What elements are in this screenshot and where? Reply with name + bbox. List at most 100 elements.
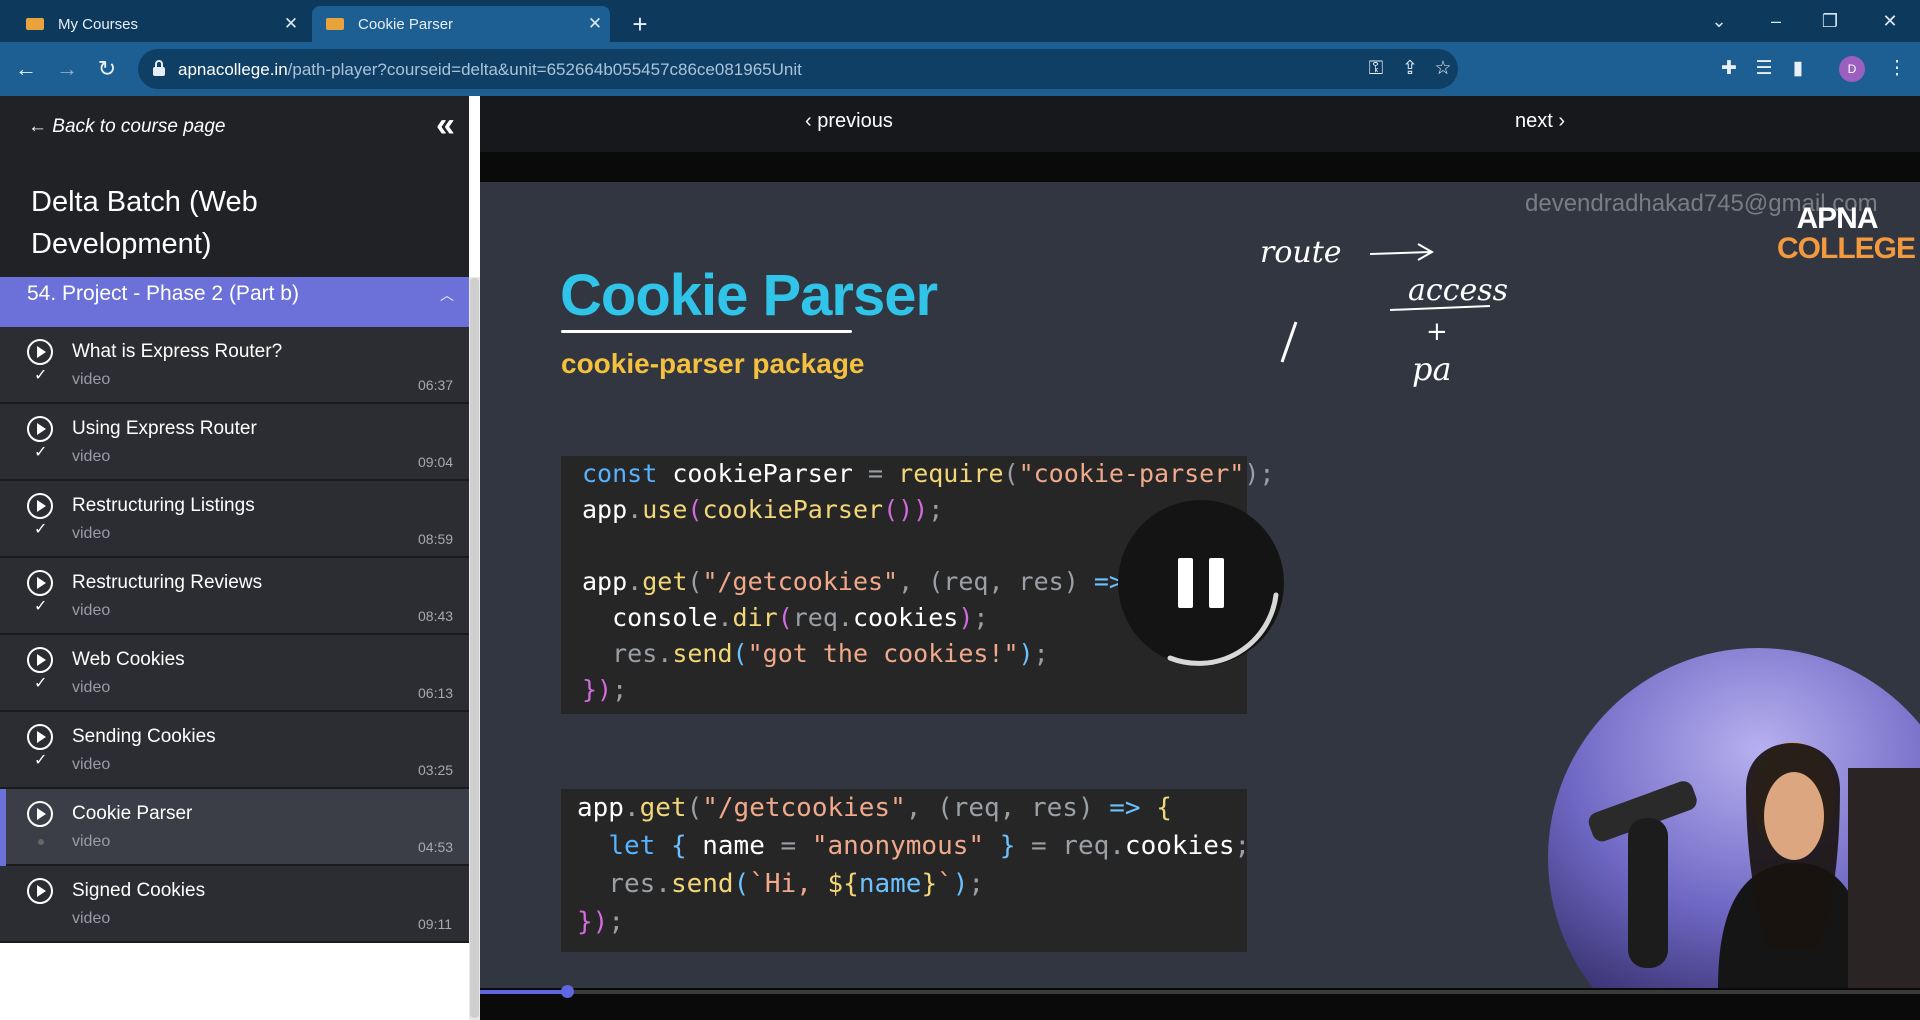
- play-circle-icon: [27, 647, 53, 673]
- lesson-type: video: [72, 602, 111, 619]
- code-line: const cookieParser = require("cookie-par…: [582, 459, 1275, 488]
- back-arrow-icon[interactable]: ←: [7, 50, 45, 88]
- lesson-title: Using Express Router: [72, 418, 257, 439]
- lesson-duration: 06:37: [418, 377, 454, 393]
- play-circle-icon: [27, 416, 53, 442]
- course-title: Delta Batch (Web Development): [31, 186, 258, 260]
- handwritten-annotations: route access + pa: [1260, 235, 1508, 388]
- reload-icon[interactable]: ↻: [88, 50, 126, 88]
- lock-icon[interactable]: [152, 59, 166, 77]
- play-circle-icon: [27, 493, 53, 519]
- code-line: let { name = "anonymous" } = req.cookies…: [608, 831, 1251, 861]
- pause-button[interactable]: [1118, 500, 1284, 666]
- handwritten-pa: pa: [1412, 350, 1452, 388]
- lesson-item[interactable]: ✓ Web Cookies video 06:13: [0, 635, 469, 712]
- scrollbar-thumb[interactable]: [470, 278, 479, 1018]
- address-bar[interactable]: apnacollege.in/path-player?courseid=delt…: [138, 49, 1458, 89]
- play-circle-icon: [27, 339, 53, 365]
- lesson-duration: 04:53: [418, 839, 454, 855]
- logo-line-1: APNA: [1796, 202, 1878, 235]
- lesson-item[interactable]: ✓ Restructuring Reviews video 08:43: [0, 558, 469, 635]
- lesson-type: video: [72, 910, 111, 927]
- lesson-item[interactable]: ✓ Restructuring Listings video 08:59: [0, 481, 469, 558]
- site-favicon-icon: [26, 18, 44, 30]
- lesson-item-active[interactable]: Cookie Parser video 04:53: [0, 789, 469, 866]
- video-frame[interactable]: Cookie Parser cookie-parser package cons…: [480, 182, 1920, 988]
- browser-toolbar: ← → ↻ apnacollege.in/path-player?coursei…: [0, 42, 1920, 96]
- logo-line-2: COLLEGE: [1777, 232, 1916, 265]
- next-button[interactable]: next ›: [1515, 110, 1565, 133]
- lesson-type: video: [72, 833, 111, 850]
- browser-menu-icon[interactable]: ⋮: [1878, 50, 1916, 88]
- lesson-item[interactable]: ✓ What is Express Router? video 06:37: [0, 327, 469, 404]
- handwritten-access: access: [1408, 273, 1508, 308]
- checkmark-icon: ✓: [34, 444, 48, 461]
- handwritten-slash: [1280, 321, 1298, 363]
- code-block-2: app.get("/getcookies", (req, res) => { l…: [561, 789, 1251, 952]
- sidebar-header: ← Back to course page « Delta Batch (Web…: [0, 96, 469, 277]
- handwritten-route: route: [1260, 235, 1342, 270]
- close-tab-icon[interactable]: ✕: [276, 14, 306, 34]
- lesson-type: video: [72, 756, 111, 773]
- extensions-puzzle-icon[interactable]: ✚: [1710, 50, 1748, 88]
- lesson-title: Signed Cookies: [72, 880, 206, 901]
- section-header[interactable]: 54. Project - Phase 2 (Part b) ︿: [0, 277, 469, 327]
- tab-search-chevron-icon[interactable]: ⌄: [1695, 4, 1743, 38]
- handwritten-plus: +: [1426, 317, 1448, 347]
- checkmark-icon: ✓: [34, 367, 48, 384]
- url-text[interactable]: apnacollege.in/path-player?courseid=delt…: [178, 60, 802, 80]
- previous-button[interactable]: ‹ previous: [805, 110, 893, 133]
- lesson-item[interactable]: Signed Cookies video 09:11: [0, 866, 469, 943]
- tab-title: My Courses: [58, 15, 139, 33]
- lesson-type: video: [72, 525, 111, 542]
- key-icon[interactable]: ⚿: [1357, 50, 1395, 88]
- lesson-duration: 08:43: [418, 608, 454, 624]
- minimize-window-icon[interactable]: –: [1752, 4, 1800, 38]
- tab-my-courses[interactable]: My Courses ✕: [12, 6, 306, 42]
- media-queue-icon[interactable]: ☰: [1745, 50, 1783, 88]
- code-line: });: [582, 675, 628, 704]
- restore-window-icon[interactable]: ❐: [1806, 4, 1854, 38]
- loading-ring-icon: [1167, 592, 1279, 666]
- slide-title: Cookie Parser: [560, 263, 938, 328]
- video-player-area: ‹ previous next › Cookie Parser cookie-p…: [480, 96, 1920, 1020]
- new-tab-plus-icon[interactable]: +: [624, 8, 656, 40]
- url-path: /path-player?courseid=delta&unit=652664b…: [287, 60, 802, 79]
- bookmark-star-icon[interactable]: ☆: [1424, 50, 1462, 88]
- close-tab-icon[interactable]: ✕: [580, 14, 610, 34]
- lesson-duration: 09:11: [418, 916, 452, 932]
- forward-arrow-icon[interactable]: →: [48, 50, 86, 88]
- lesson-title: Sending Cookies: [72, 726, 216, 747]
- section-title: 54. Project - Phase 2 (Part b): [27, 282, 299, 305]
- lesson-duration: 09:04: [418, 454, 454, 470]
- lesson-title: Cookie Parser: [72, 803, 193, 824]
- lesson-type: video: [72, 371, 111, 388]
- video-progress-fill: [480, 990, 567, 994]
- lesson-duration: 06:13: [418, 685, 454, 701]
- apna-college-logo: APNA COLLEGE: [1777, 202, 1916, 265]
- tab-title: Cookie Parser: [358, 15, 454, 33]
- lesson-type: video: [72, 448, 111, 465]
- lesson-type: video: [72, 679, 111, 696]
- profile-avatar[interactable]: D: [1839, 56, 1865, 82]
- play-circle-icon: [27, 878, 53, 904]
- video-progress-track[interactable]: [480, 990, 1920, 994]
- back-to-course-link[interactable]: ← Back to course page: [28, 116, 226, 138]
- close-window-icon[interactable]: ✕: [1866, 4, 1914, 38]
- lesson-item[interactable]: ✓ Sending Cookies video 03:25: [0, 712, 469, 789]
- collapse-sidebar-icon[interactable]: «: [436, 106, 455, 145]
- tab-cookie-parser[interactable]: Cookie Parser ✕: [312, 6, 610, 42]
- side-panel-icon[interactable]: ▮: [1779, 50, 1817, 88]
- site-favicon-icon: [326, 18, 344, 30]
- slide-subtitle: cookie-parser package: [561, 348, 865, 379]
- lesson-item[interactable]: ✓ Using Express Router video 09:04: [0, 404, 469, 481]
- lesson-duration: 08:59: [418, 531, 454, 547]
- video-progress-knob[interactable]: [561, 985, 574, 998]
- handwritten-arrow: [1369, 243, 1435, 261]
- chevron-up-icon[interactable]: ︿: [440, 285, 454, 305]
- lesson-title: Restructuring Reviews: [72, 572, 263, 593]
- code-line: app.get("/getcookies", (req, res) => {: [577, 793, 1172, 823]
- lesson-duration: 03:25: [418, 762, 454, 778]
- lesson-navigation: ‹ previous next ›: [480, 96, 1920, 152]
- checkmark-icon: ✓: [34, 598, 48, 615]
